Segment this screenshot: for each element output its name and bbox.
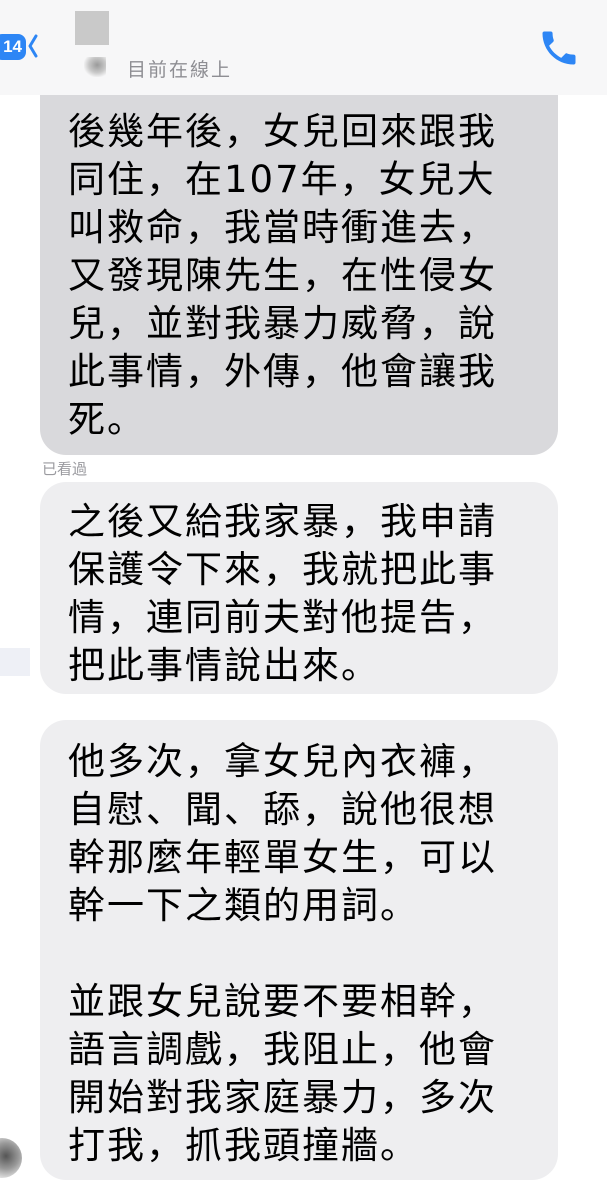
message-line: 死。 bbox=[68, 398, 146, 441]
message-line: 兒，並對我暴力威脅，說 bbox=[68, 302, 497, 345]
selection-highlight bbox=[0, 648, 30, 676]
message-line: 同住，在107年，女兒大 bbox=[68, 158, 496, 201]
contact-avatar[interactable] bbox=[75, 11, 109, 45]
message-line: 幹那麼年輕單女生，可以 bbox=[68, 836, 497, 879]
message-bubble[interactable]: 之後又給我家暴，我申請 保護令下來，我就把此事 情，連同前夫對他提告， 把此事情… bbox=[40, 482, 558, 694]
avatar-blur-icon bbox=[84, 57, 106, 77]
message-bubble[interactable]: 他多次，拿女兒內衣褲， 自慰、聞、舔，說他很想 幹那麼年輕單女生，可以 幹一下之… bbox=[40, 720, 558, 1180]
message-line: 又發現陳先生，在性侵女 bbox=[68, 254, 497, 297]
read-receipt: 已看過 bbox=[42, 460, 88, 478]
message-bubble[interactable]: 後幾年後，女兒回來跟我 同住，在107年，女兒大 叫救命，我當時衝進去， 又發現… bbox=[40, 40, 558, 455]
message-line: 開始對我家庭暴力，多次 bbox=[68, 1076, 497, 1119]
message-line: 叫救命，我當時衝進去， bbox=[68, 206, 497, 249]
message-line: 此事情，外傳，他會讓我 bbox=[68, 350, 497, 393]
message-line: 打我，抓我頭撞牆。 bbox=[68, 1124, 419, 1167]
message-line: 自慰、聞、舔，說他很想 bbox=[68, 788, 497, 831]
message-line: 之後又給我家暴，我申請 bbox=[68, 500, 497, 543]
unread-count-badge[interactable]: 14 bbox=[0, 34, 26, 60]
message-line: 保護令下來，我就把此事 bbox=[68, 548, 497, 591]
sender-avatar[interactable] bbox=[0, 1138, 22, 1178]
chat-header: 14 目前在線上 bbox=[0, 0, 607, 95]
message-line: 把此事情說出來。 bbox=[68, 644, 380, 687]
message-line: 他多次，拿女兒內衣褲， bbox=[68, 740, 497, 783]
message-line: 並跟女兒說要不要相幹， bbox=[68, 980, 497, 1023]
message-line: 情，連同前夫對他提告， bbox=[68, 596, 497, 639]
message-line: 後幾年後，女兒回來跟我 bbox=[68, 110, 497, 153]
presence-status: 目前在線上 bbox=[127, 59, 233, 81]
chevron-left-icon[interactable] bbox=[28, 34, 38, 58]
message-line: 幹一下之類的用詞。 bbox=[68, 884, 419, 927]
phone-icon[interactable] bbox=[537, 26, 581, 70]
message-line: 語言調戲，我阻止，他會 bbox=[68, 1028, 497, 1071]
